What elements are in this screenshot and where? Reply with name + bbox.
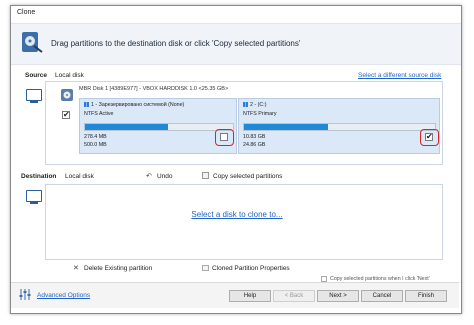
instruction-text: Drag partitions to the destination disk …	[51, 39, 301, 48]
destination-monitor-icon	[26, 190, 42, 204]
window-title: Clone	[17, 9, 36, 16]
partition-1-usage-bar	[84, 123, 234, 131]
partition-1-checkbox[interactable]	[220, 133, 228, 141]
partition-2-fs: NTFS Primary	[243, 111, 277, 117]
next-button[interactable]: Next >	[317, 290, 359, 302]
destination-label: Destination	[21, 173, 57, 180]
partition-1-used: 278.4 MB	[84, 134, 107, 140]
source-disk-checkbox[interactable]	[62, 110, 70, 119]
destination-disk-label: Local disk	[65, 173, 94, 180]
partition-2-checkbox[interactable]	[425, 132, 433, 141]
delete-x-icon: ✕	[73, 265, 79, 272]
cloned-properties-icon	[202, 265, 209, 271]
source-disk-label: Local disk	[55, 72, 84, 79]
copy-partitions-icon[interactable]	[202, 172, 209, 179]
cancel-button[interactable]: Cancel	[361, 290, 403, 302]
partition-1-usage-fill	[85, 124, 168, 130]
source-monitor-icon	[26, 89, 42, 103]
advanced-options-icon[interactable]	[19, 289, 31, 300]
clone-disk-icon	[22, 32, 43, 53]
windows-icon	[243, 102, 248, 107]
help-button[interactable]: Help	[229, 290, 271, 302]
cloned-partition-properties-label: Cloned Partition Properties	[212, 265, 290, 272]
partition-1-card[interactable]: 1 - Зарезервировано системой (None) NTFS…	[79, 98, 237, 154]
advanced-options-link[interactable]: Advanced Options	[37, 292, 90, 299]
select-destination-disk-link[interactable]: Select a disk to clone to...	[191, 210, 282, 219]
source-label: Source	[25, 72, 48, 79]
partition-1-title: 1 - Зарезервировано системой (None)	[84, 102, 184, 108]
partition-2-usage-fill	[244, 124, 329, 130]
select-source-disk-link[interactable]: Select a different source disk	[358, 72, 441, 79]
partition-1-fs: NTFS Active	[84, 111, 114, 117]
finish-button[interactable]: Finish	[405, 290, 447, 302]
partition-2-title: 2 - (C:)	[243, 102, 266, 108]
partition-2-total: 24.86 GB	[243, 142, 266, 148]
partition-2-usage-bar	[243, 123, 436, 131]
select-destination-disk-wrapper: Select a disk to clone to...	[0, 210, 474, 219]
undo-icon[interactable]: ↶	[146, 172, 152, 180]
source-disk-info: MBR Disk 1 [4389E977] - VBOX HARDDISK 1.…	[79, 86, 229, 92]
delete-existing-partition-label: Delete Existing partition	[84, 265, 153, 272]
partition-1-total: 500.0 MB	[84, 142, 107, 148]
copy-selected-partitions-button[interactable]: Copy selected partitions	[213, 173, 282, 180]
partition-2-card[interactable]: 2 - (C:) NTFS Primary 10.83 GB 24.86 GB	[238, 98, 440, 154]
title-bar: Clone	[11, 6, 461, 19]
instruction-header: Drag partitions to the destination disk …	[11, 23, 461, 65]
windows-icon	[84, 102, 89, 107]
hard-disk-icon	[61, 89, 73, 101]
destination-disk-panel[interactable]	[45, 184, 443, 260]
back-button[interactable]: < Back	[273, 290, 315, 302]
partition-2-used: 10.83 GB	[243, 134, 266, 140]
undo-button[interactable]: Undo	[157, 173, 173, 180]
